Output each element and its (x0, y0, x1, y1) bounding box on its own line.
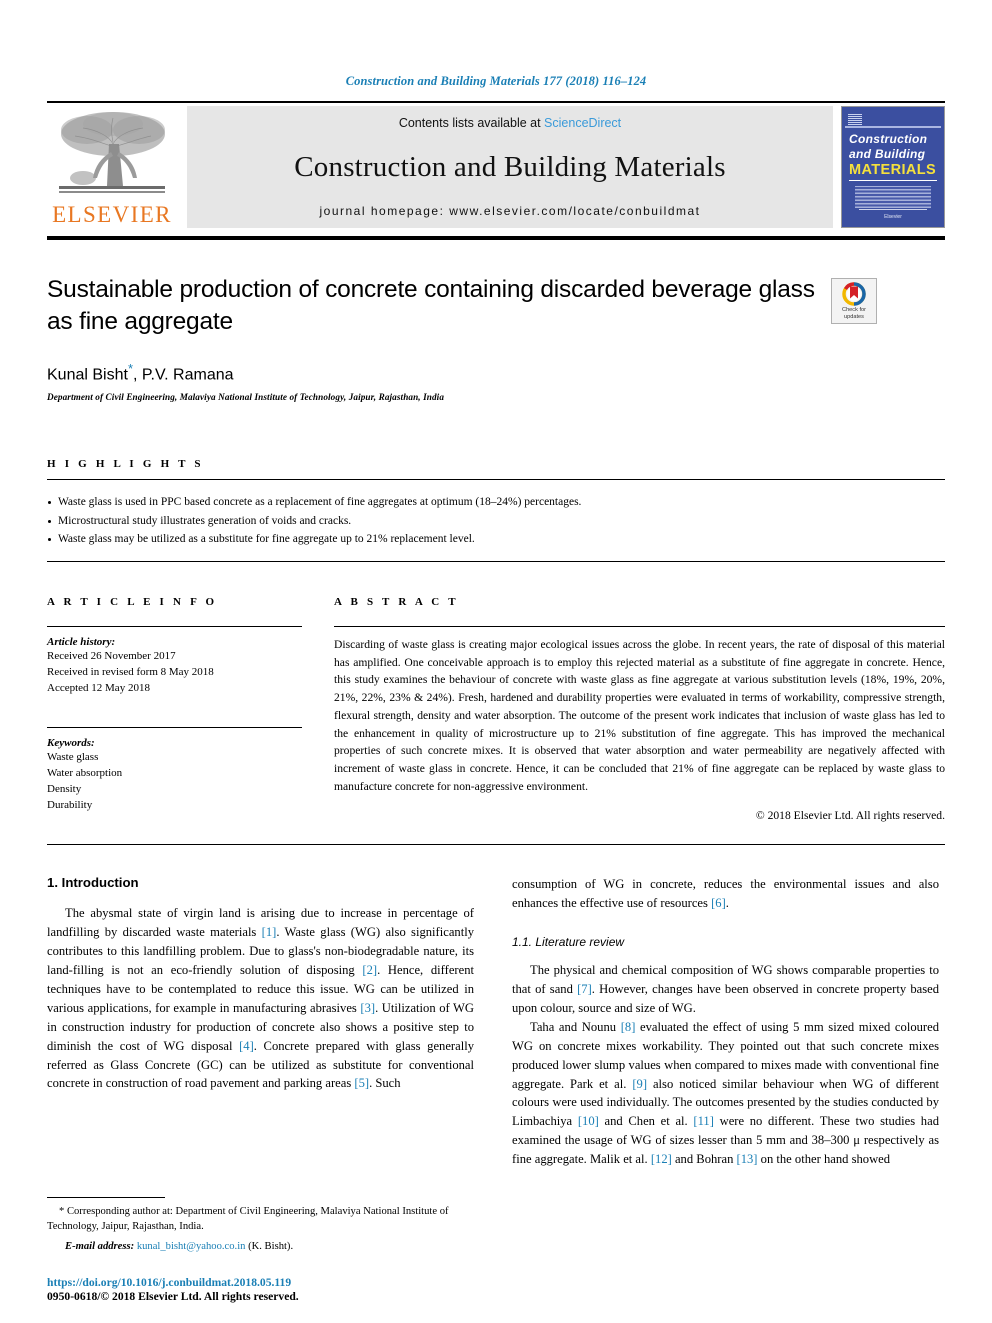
info-abstract-section: A R T I C L E I N F O Article history: R… (47, 595, 945, 823)
sciencedirect-link[interactable]: ScienceDirect (544, 116, 621, 130)
literature-paragraph-1: The physical and chemical composition of… (512, 961, 939, 1018)
list-item: Waste glass may be utilized as a substit… (47, 530, 945, 549)
citation-ref-3[interactable]: [3] (360, 1001, 375, 1015)
text-run: Taha and Nounu (530, 1019, 621, 1034)
citation-ref-5[interactable]: [5] (354, 1076, 369, 1090)
corresponding-author-note: * Corresponding author at: Department of… (47, 1205, 449, 1233)
citation-ref-2[interactable]: [2] (362, 963, 377, 977)
cover-blurb-text (855, 186, 931, 208)
elsevier-wordmark: ELSEVIER (52, 202, 172, 227)
doi-link[interactable]: https://doi.org/10.1016/j.conbuildmat.20… (47, 1276, 474, 1289)
citation-ref-6[interactable]: [6] (711, 896, 726, 910)
citation-ref-10[interactable]: [10] (578, 1114, 599, 1128)
body-column-right: consumption of WG in concrete, reduces t… (512, 875, 939, 1169)
subsection-heading-literature-review: 1.1. Literature review (512, 935, 625, 950)
text-run: and Bohran (671, 1152, 737, 1167)
keyword-item: Water absorption (47, 766, 123, 779)
keywords-title: Keywords: (47, 736, 95, 749)
cover-title-line1: Construction (849, 132, 928, 146)
highlights-section: H I G H L I G H T S Waste glass is used … (47, 458, 945, 562)
abstract-bottom-rule (47, 844, 945, 846)
crossmark-line1: Check for (842, 307, 866, 313)
cover-band (845, 126, 941, 128)
citation-ref-7[interactable]: [7] (577, 982, 592, 996)
email-note: E-mail address: kunal_bisht@yahoo.co.in … (47, 1239, 474, 1254)
abstract-body: Discarding of waste glass is creating ma… (334, 637, 945, 793)
citation-ref-1[interactable]: [1] (262, 925, 277, 939)
elsevier-logo: ELSEVIER (47, 106, 177, 228)
cover-title-line3: MATERIALS (849, 162, 937, 178)
section-heading-introduction: 1. Introduction (47, 875, 139, 891)
keyword-item: Waste glass (47, 750, 99, 763)
issn-copyright-line: 0950-0618/© 2018 Elsevier Ltd. All right… (47, 1290, 299, 1303)
journal-cover-thumbnail[interactable]: Construction and Building MATERIALS Else… (841, 106, 945, 228)
text-run: . (725, 896, 729, 911)
text-run: . Such (369, 1076, 401, 1091)
journal-banner: Contents lists available at ScienceDirec… (187, 106, 833, 228)
crossmark-icon (842, 282, 866, 306)
author-primary: Kunal Bisht (47, 365, 128, 383)
masthead-bottom-rule (47, 236, 945, 240)
abstract-column: A B S T R A C T Discarding of waste glas… (334, 595, 945, 823)
article-history-revised: Received in revised form 8 May 2018 (47, 666, 214, 679)
article-history-received: Received 26 November 2017 (47, 649, 176, 662)
citation-ref-4[interactable]: [4] (239, 1039, 254, 1053)
article-history-title: Article history: (47, 635, 116, 648)
highlights-label: H I G H L I G H T S (47, 457, 204, 470)
running-head: Construction and Building Materials 177 … (345, 74, 647, 88)
list-item: Waste glass is used in PPC based concret… (47, 493, 945, 512)
keyword-item: Density (47, 783, 82, 796)
cover-elsevier-mark-icon (848, 113, 862, 125)
intro-paragraph-continuation: consumption of WG in concrete, reduces t… (512, 875, 939, 913)
article-page: Construction and Building Materials 177 … (0, 0, 992, 1323)
article-info-label: A R T I C L E I N F O (47, 595, 218, 608)
page-title: Sustainable production of concrete conta… (47, 276, 815, 336)
contents-prefix: Contents lists available at (398, 116, 545, 130)
citation-ref-11[interactable]: [11] (693, 1114, 714, 1128)
email-link[interactable]: kunal_bisht@yahoo.co.in (137, 1241, 246, 1252)
crossmark-label: Check for updates (842, 307, 866, 321)
cover-title-line2: and Building (849, 147, 926, 161)
cover-footer-label: Elsevier (884, 214, 902, 220)
title-block: Sustainable production of concrete conta… (47, 274, 945, 402)
intro-paragraph-1: The abysmal state of virgin land is aris… (47, 904, 474, 1093)
literature-paragraph-2: Taha and Nounu [8] evaluated the effect … (512, 1018, 939, 1169)
cover-rule (849, 180, 937, 181)
crossmark-badge[interactable]: Check for updates (831, 278, 877, 324)
text-run: and Chen et al. (598, 1114, 694, 1129)
journal-masthead: ELSEVIER Contents lists available at Sci… (47, 106, 945, 228)
article-info-column: A R T I C L E I N F O Article history: R… (47, 596, 302, 823)
text-run: on the other hand showed (757, 1152, 891, 1167)
email-suffix: (K. Bisht). (245, 1240, 294, 1252)
footnote-rule (47, 1196, 165, 1198)
highlights-list: Waste glass is used in PPC based concret… (47, 480, 945, 561)
citation-ref-9[interactable]: [9] (632, 1077, 647, 1091)
footnote-area: * Corresponding author at: Department of… (47, 1196, 474, 1303)
crossmark-line2: updates (844, 313, 864, 320)
article-info-rule (47, 625, 302, 627)
affiliation: Department of Civil Engineering, Malaviy… (47, 391, 445, 402)
keywords-rule (47, 726, 302, 728)
elsevier-tree-icon (53, 108, 171, 202)
author-list: Kunal Bisht*, P.V. Ramana (47, 361, 817, 384)
highlights-bottom-rule (47, 560, 945, 562)
abstract-label: A B S T R A C T (334, 595, 459, 608)
author-secondary: , P.V. Ramana (133, 365, 234, 383)
citation-ref-13[interactable]: [13] (737, 1152, 758, 1166)
citation-ref-12[interactable]: [12] (651, 1152, 672, 1166)
cover-rule-lower (859, 209, 927, 210)
masthead-top-rule (47, 101, 945, 103)
journal-homepage-link[interactable]: journal homepage: www.elsevier.com/locat… (320, 204, 701, 218)
citation-ref-8[interactable]: [8] (621, 1020, 636, 1034)
email-label: E-mail address: (65, 1240, 135, 1252)
contents-available-line: Contents lists available at ScienceDirec… (399, 116, 621, 130)
journal-title: Construction and Building Materials (294, 150, 726, 183)
abstract-rule (334, 625, 945, 627)
keyword-item: Durability (47, 799, 93, 812)
abstract-copyright: © 2018 Elsevier Ltd. All rights reserved… (755, 809, 945, 823)
body-columns: 1. Introduction The abysmal state of vir… (47, 875, 945, 1169)
body-column-left: 1. Introduction The abysmal state of vir… (47, 875, 474, 1169)
article-history-accepted: Accepted 12 May 2018 (47, 682, 150, 695)
list-item: Microstructural study illustrates genera… (47, 512, 945, 531)
